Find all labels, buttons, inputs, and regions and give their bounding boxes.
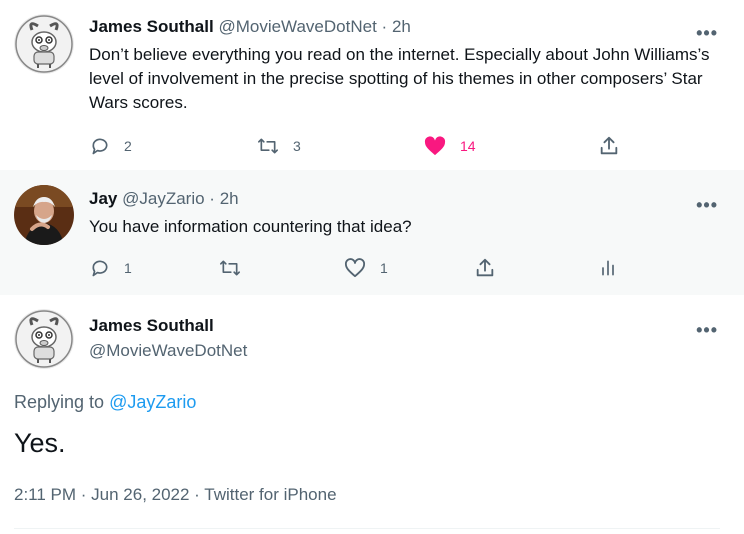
heart-icon bbox=[344, 258, 366, 278]
reply-button[interactable]: 1 bbox=[90, 258, 132, 278]
like-button[interactable]: 1 bbox=[344, 258, 388, 278]
share-icon bbox=[600, 136, 618, 155]
more-button[interactable]: ••• bbox=[696, 24, 718, 42]
retweet-icon bbox=[258, 138, 278, 154]
share-button[interactable] bbox=[598, 135, 620, 157]
tweet-timestamp[interactable]: 2:11 PM · Jun 26, 2022 · Twitter for iPh… bbox=[14, 485, 337, 505]
like-button[interactable]: 14 bbox=[424, 136, 476, 156]
portrait-avatar-icon bbox=[14, 185, 74, 245]
like-count: 1 bbox=[380, 260, 388, 276]
avatar[interactable] bbox=[14, 14, 74, 74]
more-button[interactable]: ••• bbox=[696, 321, 718, 339]
tweet-header: James Southall @MovieWaveDotNet · 2h bbox=[89, 17, 411, 37]
heart-icon bbox=[424, 136, 446, 156]
analytics-button[interactable] bbox=[598, 258, 618, 278]
handle[interactable]: @JayZario bbox=[122, 189, 204, 208]
display-name[interactable]: James Southall bbox=[89, 17, 214, 36]
separator: · bbox=[381, 17, 388, 36]
handle[interactable]: @MovieWaveDotNet bbox=[89, 341, 247, 361]
share-icon bbox=[476, 258, 494, 277]
focused-tweet: James Southall @MovieWaveDotNet ••• Repl… bbox=[0, 295, 744, 534]
reply-icon bbox=[92, 260, 108, 277]
more-horizontal-icon: ••• bbox=[696, 320, 718, 340]
like-count: 14 bbox=[460, 138, 476, 154]
share-button[interactable] bbox=[474, 257, 496, 279]
avatar[interactable] bbox=[14, 185, 74, 245]
reply-button[interactable]: 2 bbox=[90, 136, 132, 156]
tweet-2[interactable]: Jay @JayZario · 2h ••• You have informat… bbox=[0, 170, 744, 295]
replying-to: Replying to @JayZario bbox=[14, 392, 196, 413]
timestamp[interactable]: 2h bbox=[220, 189, 239, 208]
retweet-button[interactable]: 3 bbox=[257, 136, 301, 156]
divider bbox=[14, 528, 720, 529]
timestamp[interactable]: 2h bbox=[392, 17, 411, 36]
handle[interactable]: @MovieWaveDotNet bbox=[218, 17, 376, 36]
replying-to-link[interactable]: @JayZario bbox=[109, 392, 196, 412]
retweet-icon bbox=[219, 260, 240, 276]
replying-prefix: Replying to bbox=[14, 392, 110, 412]
retweet-button[interactable] bbox=[219, 258, 241, 278]
goat-avatar-icon bbox=[14, 14, 74, 74]
tweet-text: Don’t believe everything you read on the… bbox=[89, 45, 710, 112]
tweet-header: Jay @JayZario · 2h bbox=[89, 189, 239, 209]
more-horizontal-icon: ••• bbox=[696, 23, 718, 43]
tweet-text: You have information countering that ide… bbox=[89, 217, 412, 236]
tweet-text: Yes. bbox=[14, 428, 66, 458]
tweet-1[interactable]: James Southall @MovieWaveDotNet · 2h •••… bbox=[0, 0, 744, 170]
reply-count: 1 bbox=[124, 260, 132, 276]
separator: · bbox=[209, 189, 215, 208]
analytics-icon bbox=[602, 260, 614, 276]
more-button[interactable]: ••• bbox=[696, 196, 718, 214]
goat-avatar-icon bbox=[14, 309, 74, 369]
reply-count: 2 bbox=[124, 138, 132, 154]
avatar[interactable] bbox=[14, 309, 74, 369]
display-name[interactable]: James Southall bbox=[89, 316, 214, 336]
more-horizontal-icon: ••• bbox=[696, 195, 718, 215]
reply-icon bbox=[92, 138, 108, 155]
display-name[interactable]: Jay bbox=[89, 189, 117, 208]
retweet-count: 3 bbox=[293, 138, 301, 154]
